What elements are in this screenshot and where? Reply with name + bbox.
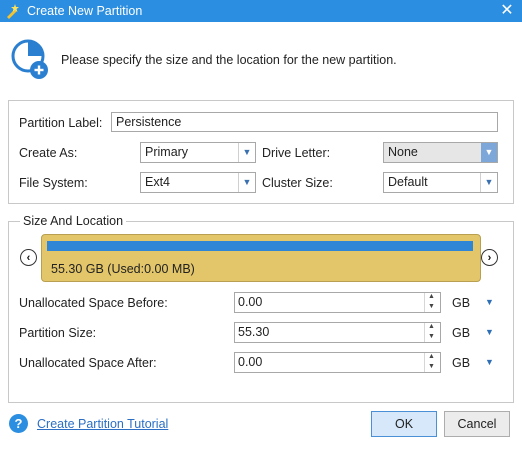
chevron-down-icon: ▼ bbox=[480, 173, 497, 192]
space-after-input[interactable]: 0.00 ▲ ▼ bbox=[234, 352, 441, 373]
spin-down-icon[interactable]: ▼ bbox=[428, 303, 435, 310]
title-bar: Create New Partition ✕ bbox=[0, 0, 522, 22]
space-after-spinner[interactable]: ▲ ▼ bbox=[424, 353, 440, 372]
cluster-size-value: Default bbox=[388, 175, 428, 189]
partition-size-spinner[interactable]: ▲ ▼ bbox=[424, 323, 440, 342]
partition-wand-icon bbox=[7, 4, 19, 19]
chevron-left-icon: ‹ bbox=[26, 252, 31, 264]
chevron-down-icon: ▼ bbox=[238, 173, 255, 192]
spin-up-icon[interactable]: ▲ bbox=[428, 293, 435, 300]
spin-down-icon[interactable]: ▼ bbox=[428, 333, 435, 340]
file-system-value: Ext4 bbox=[145, 175, 171, 189]
tutorial-link[interactable]: Create Partition Tutorial bbox=[37, 417, 168, 431]
space-after-unit: GB bbox=[452, 356, 471, 370]
spin-down-icon[interactable]: ▼ bbox=[428, 363, 435, 370]
move-left-button[interactable]: ‹ bbox=[20, 249, 37, 266]
partition-properties-panel: Partition Label: Persistence Create As: … bbox=[8, 100, 514, 204]
space-before-label: Unallocated Space Before: bbox=[19, 296, 168, 310]
spin-up-icon[interactable]: ▲ bbox=[428, 323, 435, 330]
partition-map-block[interactable]: 55.30 GB (Used:0.00 MB) bbox=[41, 234, 481, 282]
partition-size-unit: GB bbox=[452, 326, 471, 340]
move-right-button[interactable]: › bbox=[481, 249, 498, 266]
create-as-select[interactable]: Primary ▼ bbox=[140, 142, 256, 163]
space-after-value: 0.00 bbox=[238, 355, 263, 369]
spin-up-icon[interactable]: ▲ bbox=[428, 353, 435, 360]
space-after-label: Unallocated Space After: bbox=[19, 356, 157, 370]
instruction-text: Please specify the size and the location… bbox=[61, 53, 397, 67]
space-before-input[interactable]: 0.00 ▲ ▼ bbox=[234, 292, 441, 313]
cluster-size-select[interactable]: Default ▼ bbox=[383, 172, 498, 193]
file-system-label: File System: bbox=[19, 176, 88, 190]
partition-size-label: Partition Size: bbox=[19, 326, 97, 340]
ok-button[interactable]: OK bbox=[371, 411, 437, 437]
unit-dropdown-icon[interactable]: ▼ bbox=[485, 297, 494, 307]
help-icon[interactable]: ? bbox=[9, 414, 28, 433]
drive-letter-select[interactable]: None ▼ bbox=[383, 142, 498, 163]
size-location-panel: Size And Location ‹ 55.30 GB (Used:0.00 … bbox=[8, 214, 514, 403]
partition-size-input[interactable]: 55.30 ▲ ▼ bbox=[234, 322, 441, 343]
partition-usage-bar[interactable] bbox=[47, 241, 473, 251]
partition-size-value: 55.30 bbox=[238, 325, 270, 339]
partition-label-input[interactable]: Persistence bbox=[111, 112, 498, 132]
chevron-down-icon: ▼ bbox=[481, 143, 497, 162]
close-button[interactable]: ✕ bbox=[492, 0, 522, 22]
space-before-spinner[interactable]: ▲ ▼ bbox=[424, 293, 440, 312]
partition-label-label: Partition Label: bbox=[19, 116, 103, 130]
unit-dropdown-icon[interactable]: ▼ bbox=[485, 327, 494, 337]
close-icon: ✕ bbox=[500, 2, 514, 19]
create-as-value: Primary bbox=[145, 145, 189, 159]
partition-size-info: 55.30 GB (Used:0.00 MB) bbox=[51, 262, 195, 276]
size-location-title: Size And Location bbox=[20, 214, 127, 228]
unit-dropdown-icon[interactable]: ▼ bbox=[485, 357, 494, 367]
file-system-select[interactable]: Ext4 ▼ bbox=[140, 172, 256, 193]
space-before-value: 0.00 bbox=[238, 295, 263, 309]
cluster-size-label: Cluster Size: bbox=[262, 176, 333, 190]
space-before-unit: GB bbox=[452, 296, 471, 310]
cancel-button[interactable]: Cancel bbox=[444, 411, 510, 437]
drive-letter-value: None bbox=[388, 145, 418, 159]
create-as-label: Create As: bbox=[19, 146, 78, 160]
chevron-down-icon: ▼ bbox=[238, 143, 255, 162]
window-title: Create New Partition bbox=[27, 4, 143, 18]
chevron-right-icon: › bbox=[487, 252, 492, 264]
drive-letter-label: Drive Letter: bbox=[262, 146, 331, 160]
partition-add-icon bbox=[11, 39, 48, 79]
